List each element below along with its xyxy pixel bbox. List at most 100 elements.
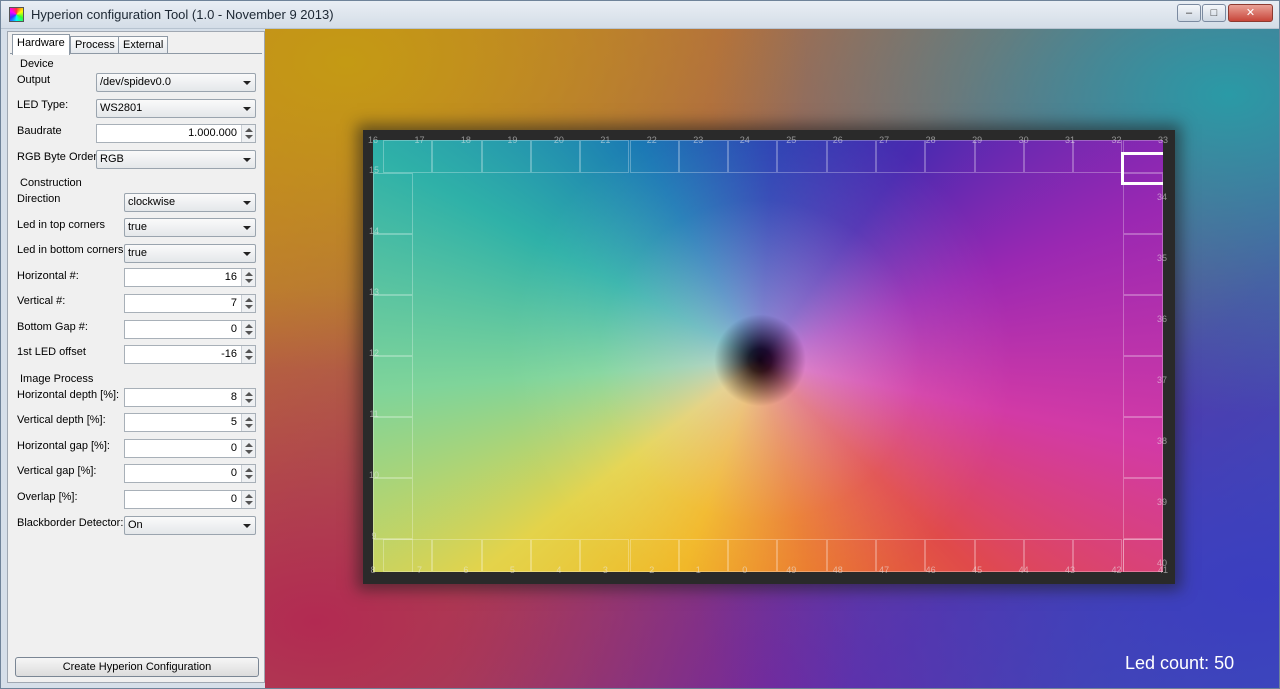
led-number-label: 47 <box>879 565 890 575</box>
spin-down-icon[interactable] <box>245 279 253 283</box>
vertical-count-spinbox[interactable]: 7 <box>124 294 256 313</box>
led-cell[interactable] <box>1123 417 1163 478</box>
tab-hardware[interactable]: Hardware <box>12 34 70 55</box>
spin-buttons[interactable] <box>241 295 255 312</box>
horizontal-count-value: 16 <box>224 271 237 283</box>
spin-buttons[interactable] <box>241 414 255 431</box>
spin-up-icon[interactable] <box>245 349 253 353</box>
led-cell[interactable] <box>373 234 413 295</box>
spin-down-icon[interactable] <box>245 356 253 360</box>
top-corners-value: true <box>128 221 147 233</box>
chevron-down-icon <box>243 107 251 111</box>
led-cell[interactable] <box>373 417 413 478</box>
led-number-label: 36 <box>1156 314 1167 324</box>
rgb-order-dropdown[interactable]: RGB <box>96 150 256 169</box>
chevron-down-icon <box>243 226 251 230</box>
v-gap-label: Vertical gap [%]: <box>17 465 97 477</box>
output-label: Output <box>17 74 51 86</box>
led-number-label: 46 <box>925 565 936 575</box>
v-depth-label: Vertical depth [%]: <box>17 414 106 426</box>
bottom-corners-dropdown[interactable]: true <box>124 244 256 263</box>
horizontal-count-spinbox[interactable]: 16 <box>124 268 256 287</box>
baudrate-value: 1.000.000 <box>188 127 237 139</box>
close-button[interactable]: ✕ <box>1228 4 1273 22</box>
minimize-button[interactable]: – <box>1177 4 1201 22</box>
led-cell[interactable] <box>1123 356 1163 417</box>
led-number-label: 45 <box>972 565 983 575</box>
led-number-label: 12 <box>368 348 379 358</box>
spin-up-icon[interactable] <box>245 128 253 132</box>
spin-down-icon[interactable] <box>245 331 253 335</box>
bottom-gap-spinbox[interactable]: 0 <box>124 320 256 339</box>
bottom-gap-value: 0 <box>230 323 237 335</box>
spin-buttons[interactable] <box>241 346 255 363</box>
led-number-label: 8 <box>370 565 376 575</box>
led-type-dropdown[interactable]: WS2801 <box>96 99 256 118</box>
spin-down-icon[interactable] <box>245 135 253 139</box>
spin-down-icon[interactable] <box>245 399 253 403</box>
v-depth-spinbox[interactable]: 5 <box>124 413 256 432</box>
spin-buttons[interactable] <box>241 491 255 508</box>
led-cell[interactable] <box>1123 173 1163 234</box>
top-corners-dropdown[interactable]: true <box>124 218 256 237</box>
v-gap-spinbox[interactable]: 0 <box>124 464 256 483</box>
led-offset-label: 1st LED offset <box>17 346 86 358</box>
h-gap-spinbox[interactable]: 0 <box>124 439 256 458</box>
led-number-label: 11 <box>369 409 379 419</box>
blackborder-label: Blackborder Detector: <box>17 517 124 529</box>
led-cell[interactable] <box>373 356 413 417</box>
spin-up-icon[interactable] <box>245 443 253 447</box>
led-number-label: 33 <box>1157 135 1168 145</box>
direction-value: clockwise <box>128 196 176 208</box>
led-number-label: 9 <box>371 531 377 541</box>
spin-up-icon[interactable] <box>245 392 253 396</box>
h-gap-value: 0 <box>230 442 237 454</box>
led-number-label: 22 <box>646 135 657 145</box>
rgb-order-label: RGB Byte Order <box>17 151 98 163</box>
led-cell[interactable] <box>373 295 413 356</box>
led-cell[interactable] <box>1123 234 1163 295</box>
rgb-order-value: RGB <box>100 153 124 165</box>
create-configuration-button[interactable]: Create Hyperion Configuration <box>15 657 259 677</box>
spin-up-icon[interactable] <box>245 272 253 276</box>
top-corners-label: Led in top corners <box>17 219 106 231</box>
direction-dropdown[interactable]: clockwise <box>124 193 256 212</box>
led-number-label: 29 <box>972 135 983 145</box>
spin-buttons[interactable] <box>241 440 255 457</box>
spin-down-icon[interactable] <box>245 424 253 428</box>
led-cell[interactable] <box>373 478 413 539</box>
spin-down-icon[interactable] <box>245 450 253 454</box>
spin-down-icon[interactable] <box>245 475 253 479</box>
spin-up-icon[interactable] <box>245 417 253 421</box>
baudrate-spinbox[interactable]: 1.000.000 <box>96 124 256 143</box>
tab-external[interactable]: External <box>118 36 169 54</box>
spin-buttons[interactable] <box>241 269 255 286</box>
led-number-label: 3 <box>602 565 608 575</box>
maximize-button[interactable]: □ <box>1202 4 1226 22</box>
spin-up-icon[interactable] <box>245 494 253 498</box>
led-cell[interactable] <box>1123 478 1163 539</box>
spin-up-icon[interactable] <box>245 324 253 328</box>
spin-down-icon[interactable] <box>245 501 253 505</box>
spin-buttons[interactable] <box>241 465 255 482</box>
spin-buttons[interactable] <box>241 321 255 338</box>
led-cell[interactable] <box>1123 295 1163 356</box>
led-cell[interactable] <box>373 173 413 234</box>
led-number-label: 39 <box>1156 497 1167 507</box>
led-offset-spinbox[interactable]: -16 <box>124 345 256 364</box>
h-depth-spinbox[interactable]: 8 <box>124 388 256 407</box>
led-number-label: 18 <box>460 135 471 145</box>
tab-process[interactable]: Process <box>70 36 120 54</box>
blackborder-dropdown[interactable]: On <box>124 516 256 535</box>
led-number-label: 30 <box>1018 135 1029 145</box>
output-dropdown[interactable]: /dev/spidev0.0 <box>96 73 256 92</box>
spin-down-icon[interactable] <box>245 305 253 309</box>
app-window: Hyperion configuration Tool (1.0 - Novem… <box>0 0 1280 689</box>
led-number-label: 27 <box>879 135 890 145</box>
spin-buttons[interactable] <box>241 389 255 406</box>
spin-up-icon[interactable] <box>245 298 253 302</box>
horizontal-count-label: Horizontal #: <box>17 270 79 282</box>
spin-up-icon[interactable] <box>245 468 253 472</box>
overlap-spinbox[interactable]: 0 <box>124 490 256 509</box>
spin-buttons[interactable] <box>241 125 255 142</box>
